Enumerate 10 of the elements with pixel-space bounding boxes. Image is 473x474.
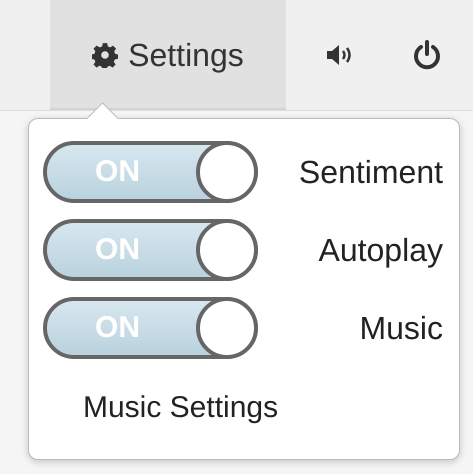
toggle-switch[interactable]: ON — [43, 297, 258, 359]
toggle-label: Autoplay — [318, 232, 443, 268]
settings-tab[interactable]: Settings — [50, 0, 286, 110]
music-settings-link[interactable]: Music Settings — [83, 391, 278, 425]
toggle-switch[interactable]: ON — [43, 141, 258, 203]
toggle-label: Sentiment — [298, 154, 443, 190]
toggle-switch[interactable]: ON — [43, 219, 258, 281]
power-icon — [412, 39, 442, 71]
toggle-label: Music — [359, 310, 443, 346]
settings-icon — [92, 42, 118, 68]
